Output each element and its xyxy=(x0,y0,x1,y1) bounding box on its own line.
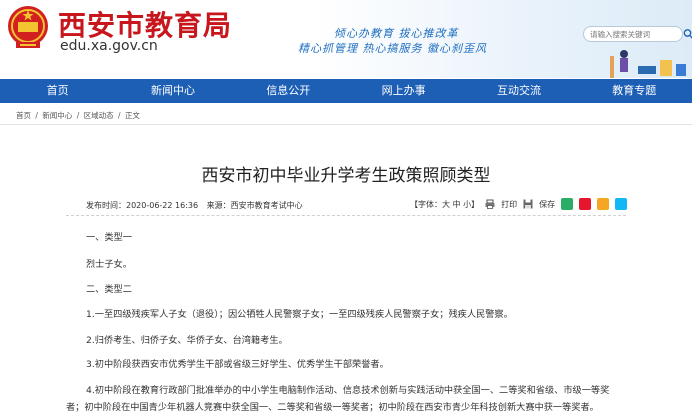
font-size-selector[interactable]: 【字体：大 中 小】 xyxy=(410,199,479,210)
nav-education-topics[interactable]: 教育专题 xyxy=(577,79,692,103)
nav-info-disclosure[interactable]: 信息公开 xyxy=(231,79,346,103)
article-tools: 【字体：大 中 小】 打印 保存 xyxy=(410,198,633,210)
paragraph-4: 1.一至四级残疾军人子女（退役）；因公牺牲人民警察子女；一至四级残疾人民警察子女… xyxy=(86,309,513,320)
search-input[interactable]: 请输入搜索关键词 xyxy=(583,26,683,42)
paragraph-6: 3.初中阶段获西安市优秀学生干部或省级三好学生、优秀学生干部荣誉者。 xyxy=(86,359,389,370)
paragraph-2: 烈士子女。 xyxy=(86,259,132,270)
divider xyxy=(66,215,626,217)
publish-time: 发布时间：2020-06-22 16:36 xyxy=(86,201,199,210)
header-illustration xyxy=(610,50,686,78)
breadcrumb-news-center[interactable]: 新闻中心 xyxy=(42,111,72,120)
national-emblem-icon[interactable] xyxy=(6,4,50,52)
nav-online-services[interactable]: 网上办事 xyxy=(346,79,461,103)
article-title: 西安市初中毕业升学考生政策照顾类型 xyxy=(201,166,491,186)
qq-icon[interactable] xyxy=(615,198,628,210)
breadcrumb-current: 正文 xyxy=(124,111,140,120)
paragraph-5: 2.归侨考生、归侨子女、华侨子女、台湾籍考生。 xyxy=(86,335,288,346)
breadcrumb-regional-news[interactable]: 区域动态 xyxy=(84,111,114,120)
nav-news-center[interactable]: 新闻中心 xyxy=(115,79,230,103)
breadcrumb-home[interactable]: 首页 xyxy=(16,111,31,120)
save-icon[interactable] xyxy=(523,199,533,209)
search-icon[interactable] xyxy=(683,28,692,40)
site-header: 西安市教育局 edu.xa.gov.cn 倾心办教育 拔心推改革 精心抓管理 热… xyxy=(0,0,692,78)
main-nav: 首页 新闻中心 信息公开 网上办事 互动交流 教育专题 xyxy=(0,79,692,103)
nav-interaction[interactable]: 互动交流 xyxy=(461,79,576,103)
print-button[interactable]: 打印 xyxy=(501,199,517,210)
breadcrumb-separator: / xyxy=(35,111,38,120)
article-source: 来源：西安市教育考试中心 xyxy=(206,201,303,210)
print-icon[interactable] xyxy=(485,199,495,209)
save-button[interactable]: 保存 xyxy=(539,199,555,210)
paragraph-7-continued: 者；初中阶段在中国青少年机器人竞赛中获全国一、二等奖和省级一等奖者；初中阶段在西… xyxy=(66,402,599,413)
wechat-icon[interactable] xyxy=(561,198,574,210)
qzone-icon[interactable] xyxy=(597,198,610,210)
slogan-line2: 精心抓管理 热心搞服务 徽心刹歪风 xyxy=(298,42,487,55)
slogan-line1: 倾心办教育 拔心推改革 xyxy=(334,27,459,40)
nav-home[interactable]: 首页 xyxy=(0,79,115,103)
paragraph-3: 二、类型二 xyxy=(86,284,132,295)
breadcrumb: 首页 / 新闻中心 / 区域动态 / 正文 xyxy=(16,110,142,121)
paragraph-7: 4.初中阶段在教育行政部门批准举办的中小学生电脑制作活动、信息技术创新与实践活动… xyxy=(86,385,610,396)
weibo-icon[interactable] xyxy=(579,198,592,210)
breadcrumb-separator: / xyxy=(118,111,121,120)
site-url: edu.xa.gov.cn xyxy=(60,38,158,54)
breadcrumb-separator: / xyxy=(76,111,80,120)
paragraph-1: 一、类型一 xyxy=(86,232,132,243)
article-meta: 发布时间：2020-06-22 16:36 来源：西安市教育考试中心 xyxy=(86,200,309,211)
divider xyxy=(0,124,692,125)
